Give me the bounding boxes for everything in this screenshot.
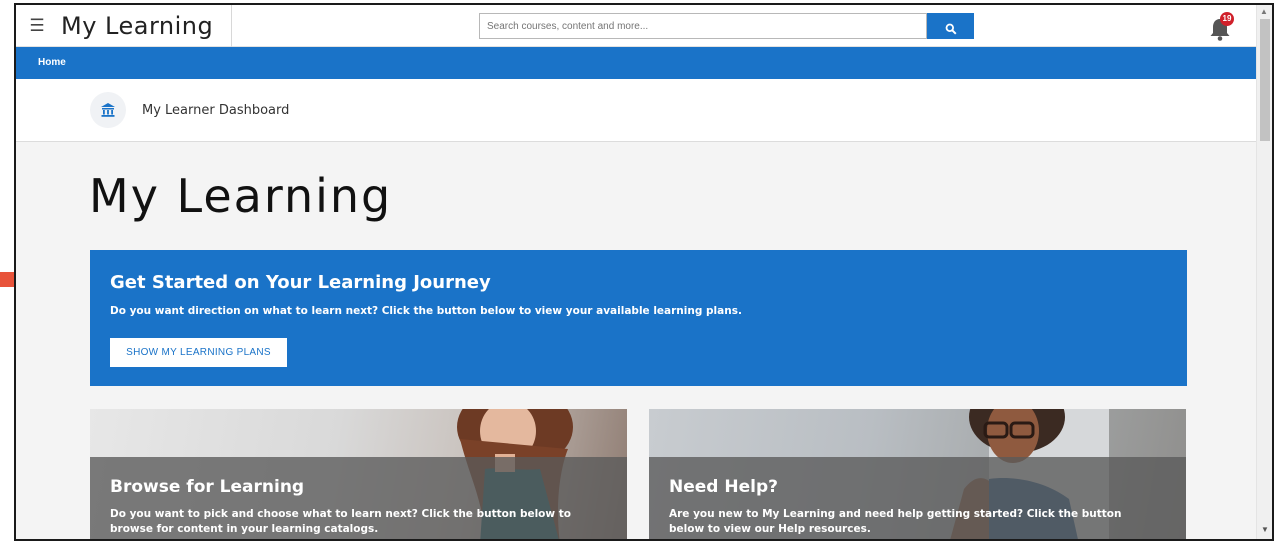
need-help-card[interactable]: Need Help? Are you new to My Learning an… [649,409,1186,539]
card-description: Do you want to pick and choose what to l… [110,507,590,537]
notifications-button[interactable]: 19 [1208,12,1238,42]
notification-count-badge: 19 [1220,12,1234,26]
card-description-line: below to view our Help resources. [669,523,871,535]
card-description-line: Are you new to My Learning and need help… [669,508,1122,520]
breadcrumb-home-link[interactable]: Home [38,47,66,79]
show-learning-plans-button[interactable]: SHOW MY LEARNING PLANS [110,338,287,367]
dashboard-header: My Learner Dashboard [16,79,1256,142]
page-title: My Learning [89,169,393,223]
hamburger-menu-icon[interactable]: ☰ [26,15,48,37]
search-icon [945,23,957,35]
banner-title: Get Started on Your Learning Journey [110,272,491,293]
scroll-up-arrow-icon[interactable]: ▲ [1260,7,1268,17]
scrollbar-thumb[interactable] [1260,19,1270,141]
search-input[interactable] [479,13,927,39]
breadcrumb: Home [16,47,1256,79]
search-button[interactable] [927,13,974,39]
card-title: Browse for Learning [110,477,305,497]
learning-journey-banner: Get Started on Your Learning Journey Do … [90,250,1187,386]
card-description-line: browse for content in your learning cata… [110,523,379,535]
scroll-down-arrow-icon[interactable]: ▼ [1261,525,1269,535]
browser-viewport: ☰ My Learning 19 Home [14,3,1274,541]
card-description-line: Do you want to pick and choose what to l… [110,508,571,520]
app-title[interactable]: My Learning [61,5,233,47]
vertical-scrollbar[interactable]: ▲ ▼ [1256,5,1272,539]
card-title: Need Help? [669,477,778,497]
dashboard-title: My Learner Dashboard [142,103,290,118]
browse-for-learning-card[interactable]: Browse for Learning Do you want to pick … [90,409,627,539]
banner-subtitle: Do you want direction on what to learn n… [110,305,742,317]
institution-icon [90,92,126,128]
card-description: Are you new to My Learning and need help… [669,507,1149,537]
top-navigation-bar: ☰ My Learning 19 [16,5,1256,47]
